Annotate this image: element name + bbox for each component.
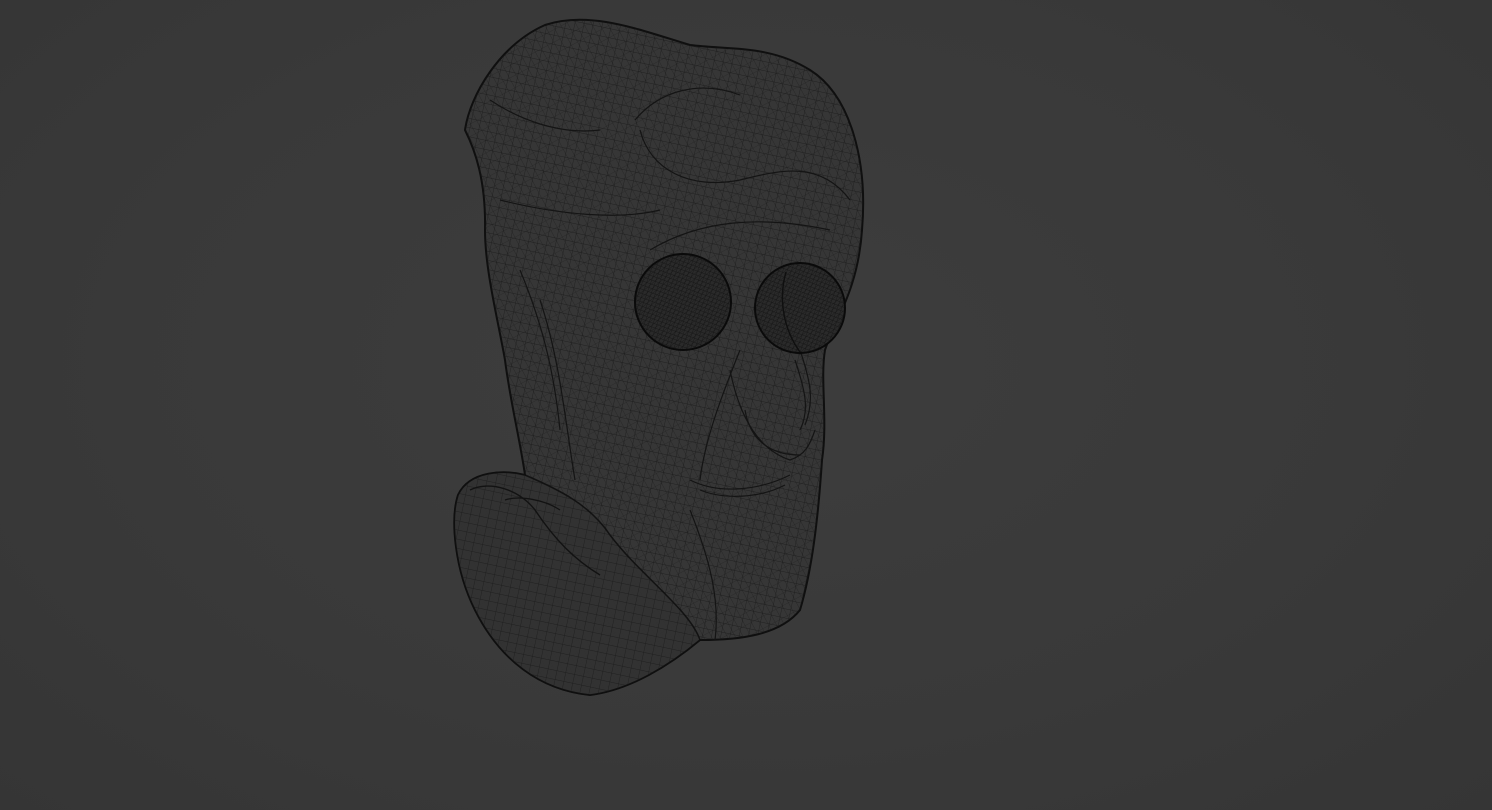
right-eye-sphere[interactable] bbox=[754, 262, 846, 354]
left-eye-sphere[interactable] bbox=[634, 253, 732, 351]
head-mesh[interactable] bbox=[440, 0, 880, 720]
3d-viewport[interactable] bbox=[0, 0, 1492, 810]
wireframe-scene[interactable] bbox=[0, 0, 1492, 810]
